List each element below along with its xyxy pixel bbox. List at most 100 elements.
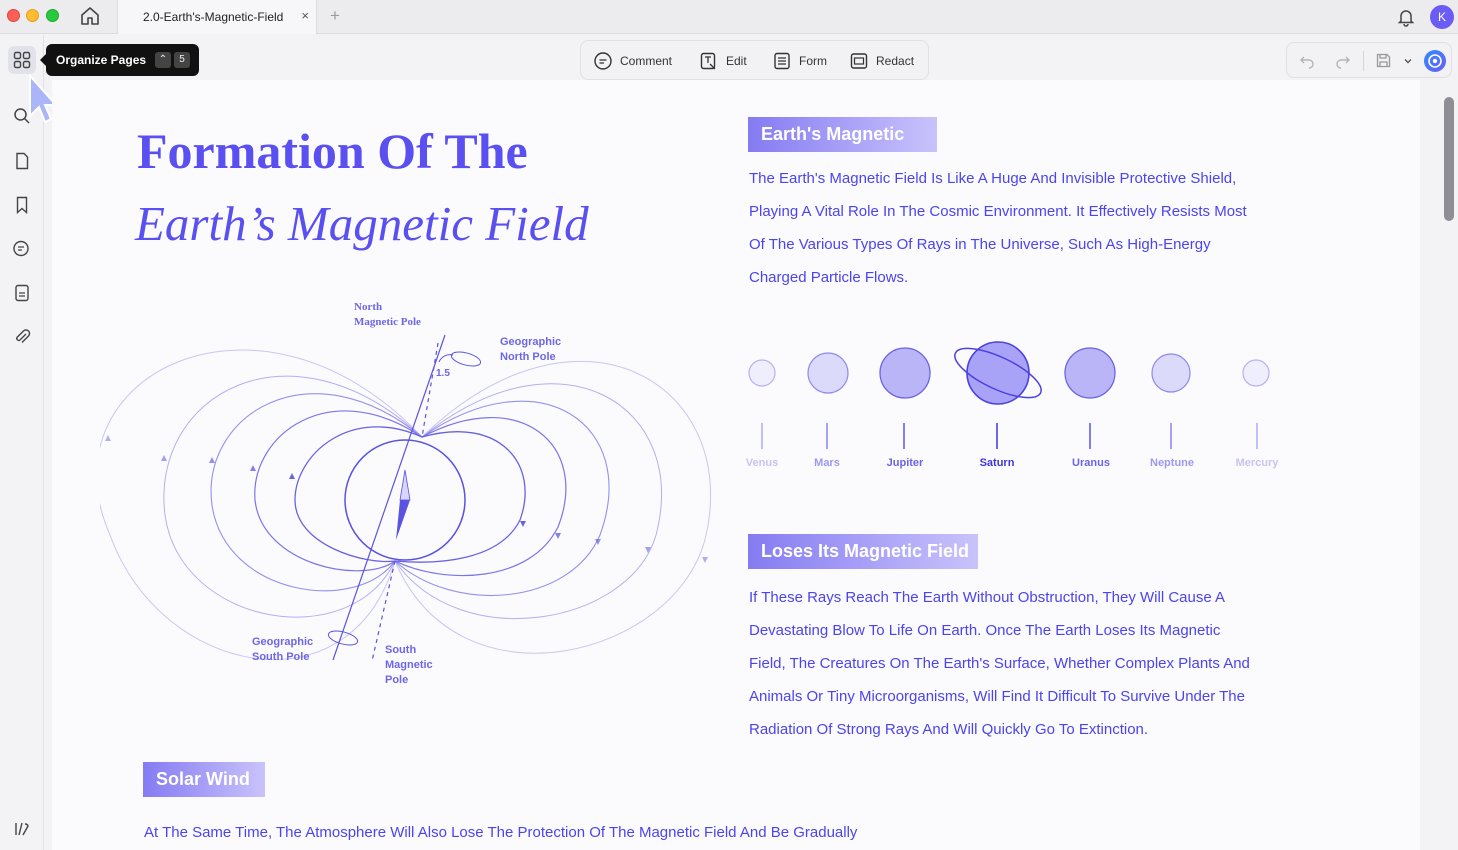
label-geographic-south-pole: Geographic South Pole (252, 635, 313, 665)
notification-bell-icon[interactable] (1396, 7, 1416, 27)
home-icon[interactable] (78, 5, 102, 27)
section-paragraph-earths-magnetic: The Earth's Magnetic Field Is Like A Hug… (749, 162, 1247, 294)
new-tab-button[interactable]: + (330, 6, 340, 26)
label-line: Magnetic (385, 659, 433, 671)
right-toolbar (1286, 42, 1452, 78)
planets-illustration (748, 341, 1270, 405)
left-sidebar (0, 35, 44, 850)
mercury-planet (1242, 359, 1270, 387)
section-heading-solar-wind: Solar Wind (143, 762, 265, 797)
neptune-planet (1151, 353, 1191, 393)
venus-tick (761, 423, 763, 449)
organize-pages-icon[interactable] (8, 46, 36, 74)
form-label: Form (799, 54, 827, 68)
planet-label-saturn: Saturn (979, 457, 1015, 469)
tooltip-label: Organize Pages (56, 53, 147, 67)
mercury-tick (1256, 423, 1258, 449)
tooltip-key-5: 5 (174, 52, 190, 68)
tab-close-icon[interactable]: × (301, 8, 309, 23)
comments-icon[interactable] (8, 235, 36, 263)
planet-label-mercury: Mercury (1235, 457, 1279, 469)
user-avatar[interactable]: K (1430, 5, 1454, 29)
save-icon[interactable] (1375, 52, 1392, 69)
comment-icon (594, 52, 612, 70)
sidebar-settings-icon[interactable] (8, 815, 36, 843)
saturn-tick (996, 423, 998, 449)
tooltip-key-ctrl: ⌃ (155, 52, 171, 68)
paragraph-line: Field, The Creatures On The Earth's Surf… (749, 655, 1250, 672)
tab-title: 2.0-Earth's-Magnetic-Field (143, 10, 284, 24)
label-line: South Pole (252, 651, 310, 663)
mars-tick (826, 423, 828, 449)
editing-toolbar: Comment Edit Form Redact (580, 40, 929, 80)
redact-icon (850, 53, 868, 69)
page-title-line2: Earth’s Magnetic Field (135, 196, 589, 251)
form-icon (774, 52, 790, 70)
label-angle: 1.5 (436, 368, 450, 379)
angle-arc (438, 354, 454, 363)
label-line: North (354, 301, 383, 313)
ai-assistant-icon[interactable] (1424, 50, 1446, 72)
minimize-window-button[interactable] (26, 9, 39, 22)
undo-icon[interactable] (1299, 53, 1315, 69)
uranus-tick (1089, 423, 1091, 449)
form-fields-icon[interactable] (8, 279, 36, 307)
bookmark-icon[interactable] (8, 191, 36, 219)
magnetic-field-diagram (100, 334, 712, 662)
paragraph-line: If These Rays Reach The Earth Without Ob… (749, 589, 1226, 606)
planet-label-venus: Venus (745, 457, 779, 469)
label-line: South (385, 644, 417, 656)
paragraph-line: The Earth's Magnetic Field Is Like A Hug… (749, 170, 1237, 187)
comment-label: Comment (620, 54, 673, 68)
section-paragraph-loses-magnetic-field: If These Rays Reach The Earth Without Ob… (749, 581, 1250, 746)
scrollbar-thumb[interactable] (1444, 97, 1454, 221)
paragraph-line: Animals Or Tiny Microorganisms, Will Fin… (749, 688, 1245, 705)
attachment-icon[interactable] (8, 323, 36, 351)
toolbar-divider (1363, 51, 1364, 71)
label-line: Magnetic Pole (354, 316, 421, 328)
planet-label-jupiter: Jupiter (886, 457, 924, 469)
comment-button[interactable]: Comment (593, 51, 672, 71)
edit-button[interactable]: Edit (699, 51, 747, 71)
section-paragraph-solar-wind: At The Same Time, The Atmosphere Will Al… (144, 824, 858, 841)
chevron-down-icon[interactable] (1403, 56, 1413, 66)
label-south-magnetic-pole: South Magnetic Pole (385, 643, 433, 688)
title-bar: 2.0-Earth's-Magnetic-Field × + K (0, 0, 1458, 34)
paragraph-line: Playing A Vital Role In The Cosmic Envir… (749, 203, 1247, 220)
planet-label-neptune: Neptune (1150, 457, 1194, 469)
label-line: Pole (385, 674, 409, 686)
zoom-window-button[interactable] (46, 9, 59, 22)
edit-icon (700, 52, 716, 70)
mars-planet (807, 352, 849, 394)
paragraph-line: Radiation Of Strong Rays And Will Quickl… (749, 721, 1149, 738)
north-rotation-arrow (450, 351, 482, 367)
form-button[interactable]: Form (772, 51, 827, 71)
label-geographic-north-pole: Geographic North Pole (500, 335, 561, 365)
edit-label: Edit (726, 54, 747, 68)
redact-label: Redact (876, 54, 915, 68)
planet-label-mars: Mars (814, 457, 840, 469)
neptune-tick (1170, 423, 1172, 449)
paragraph-line: Devastating Blow To Life On Earth. Once … (749, 622, 1221, 639)
saturn-planet (966, 341, 1030, 405)
redact-button[interactable]: Redact (849, 51, 914, 71)
jupiter-tick (903, 423, 905, 449)
close-window-button[interactable] (7, 9, 20, 22)
page-title-line1: Formation Of The (137, 123, 528, 179)
label-line: Geographic (252, 636, 314, 648)
uranus-planet (1064, 347, 1116, 399)
redo-icon[interactable] (1335, 53, 1351, 69)
venus-planet (748, 359, 776, 387)
pages-thumbnail-icon[interactable] (8, 147, 36, 175)
paragraph-line: Charged Particle Flows. (749, 269, 909, 286)
planet-label-uranus: Uranus (1072, 457, 1110, 469)
organize-pages-tooltip: Organize Pages ⌃ 5 (40, 44, 199, 76)
section-heading-earths-magnetic: Earth's Magnetic (748, 117, 937, 152)
jupiter-planet (879, 347, 931, 399)
label-line: North Pole (500, 351, 556, 363)
label-line: Geographic (500, 336, 562, 348)
paragraph-line: Of The Various Types Of Rays in The Univ… (749, 236, 1211, 253)
document-tab[interactable]: 2.0-Earth's-Magnetic-Field × (117, 0, 317, 34)
section-heading-loses-magnetic-field: Loses Its Magnetic Field (748, 534, 978, 569)
label-north-magnetic-pole: North Magnetic Pole (354, 300, 421, 330)
